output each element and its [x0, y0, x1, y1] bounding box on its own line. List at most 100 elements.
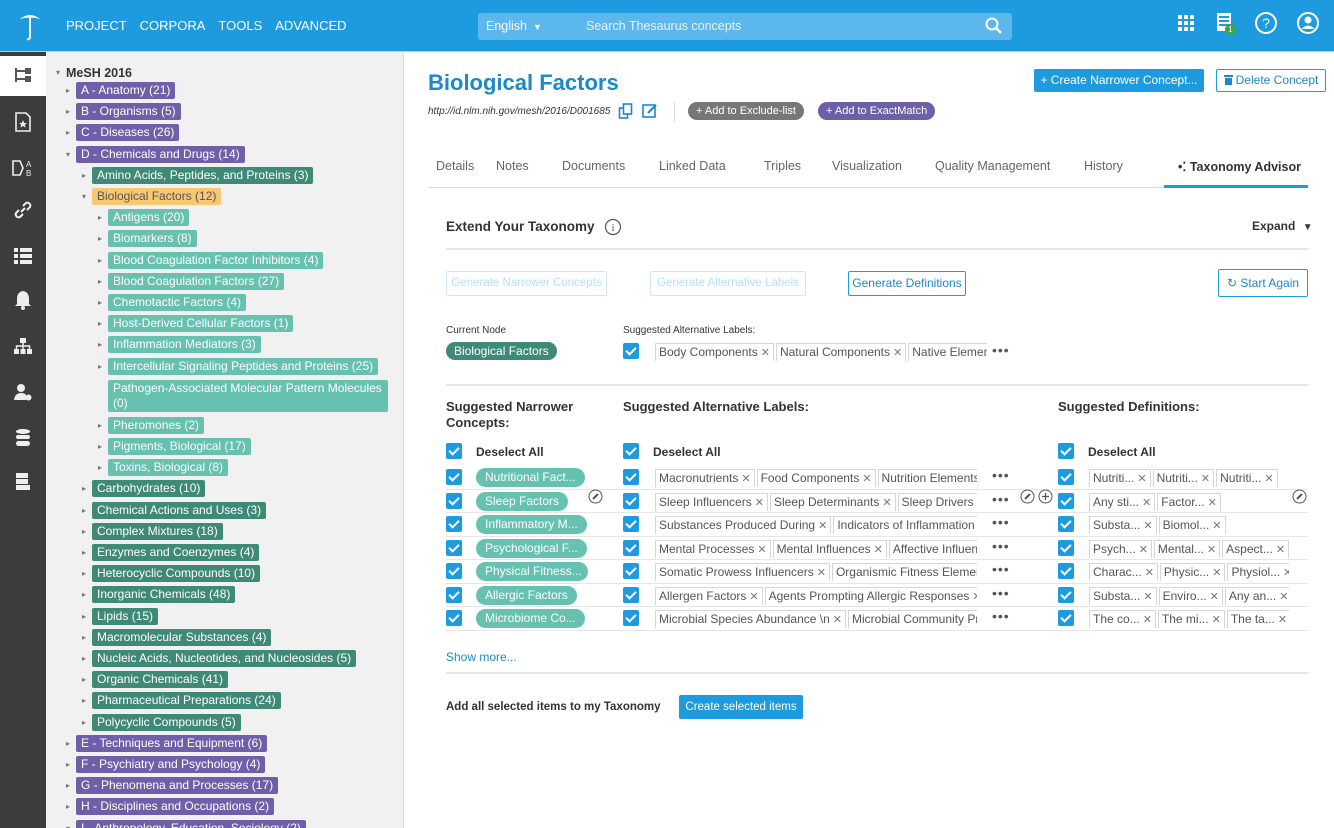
- apps-grid-icon[interactable]: [1176, 13, 1196, 33]
- tree-node-label[interactable]: C - Diseases (26): [76, 124, 180, 142]
- chevron-right-icon[interactable]: ▸: [98, 340, 108, 349]
- definitions-checkbox[interactable]: [1058, 563, 1074, 579]
- tree-node[interactable]: ▸ A - Anatomy (21): [66, 82, 176, 99]
- tree-node[interactable]: ▸ Carbohydrates (10): [82, 480, 206, 498]
- tree-node-label[interactable]: Organic Chemicals (41): [92, 671, 229, 689]
- tab-quality-management[interactable]: Quality Management: [935, 159, 1050, 173]
- narrower-concept-chip[interactable]: Allergic Factors: [476, 585, 577, 605]
- remove-icon[interactable]: ✕: [1143, 614, 1152, 626]
- remove-icon[interactable]: ✕: [1212, 567, 1221, 579]
- remove-icon[interactable]: ✕: [1276, 544, 1285, 556]
- tree-node[interactable]: ▸ Inorganic Chemicals (48): [82, 586, 236, 604]
- remove-icon[interactable]: ✕: [749, 591, 758, 603]
- tree-node[interactable]: ▸ Intercellular Signaling Peptides and Pr…: [98, 357, 379, 375]
- remove-icon[interactable]: ✕: [755, 497, 764, 509]
- tree-node[interactable]: ▾I - Anthropology, Education, Sociology …: [66, 819, 306, 828]
- create-selected-items-button[interactable]: Create selected items: [679, 695, 803, 719]
- alt-labels-checkbox[interactable]: [623, 469, 639, 485]
- language-select[interactable]: English ▼: [486, 19, 542, 33]
- remove-icon[interactable]: ✕: [862, 473, 871, 485]
- deselect-all-alt-checkbox[interactable]: [623, 443, 639, 459]
- search-input[interactable]: Search Thesaurus concepts: [586, 19, 741, 33]
- tree-node-label[interactable]: Blood Coagulation Factors (27): [108, 272, 285, 290]
- more-options-icon[interactable]: •••: [992, 467, 1010, 483]
- show-more-link[interactable]: Show more...: [446, 650, 517, 664]
- tree-node-label[interactable]: B - Organisms (5): [76, 103, 181, 121]
- current-alt-checkbox[interactable]: [623, 343, 639, 359]
- chevron-right-icon[interactable]: ▸: [98, 319, 108, 328]
- tree-node[interactable]: ▸ Polycyclic Compounds (5): [82, 713, 241, 731]
- tree-node[interactable]: ▸ B - Organisms (5): [66, 103, 181, 121]
- tree-node[interactable]: ▸ Pigments, Biological (17): [98, 438, 251, 455]
- tree-node-label[interactable]: Intercellular Signaling Peptides and Pro…: [108, 357, 379, 375]
- chevron-right-icon[interactable]: ▸: [98, 421, 108, 430]
- edit-icon[interactable]: [642, 103, 658, 119]
- tree-node[interactable]: ▸ Organic Chemicals (41): [82, 671, 229, 689]
- tree-node[interactable]: ▸ Blood Coagulation Factor Inhibitors (4): [98, 251, 324, 269]
- tree-node[interactable]: ▸ Biomarkers (8): [98, 230, 197, 248]
- chevron-right-icon[interactable]: ▸: [82, 696, 92, 705]
- narrower-checkbox[interactable]: [446, 469, 462, 485]
- tree-node[interactable]: ▸ Nucleic Acids, Nucleotides, and Nucleos…: [82, 650, 357, 667]
- narrower-concept-chip[interactable]: Nutritional Fact...: [476, 468, 585, 487]
- links-button[interactable]: [0, 190, 46, 230]
- more-options-icon[interactable]: •••: [992, 514, 1010, 530]
- tree-node[interactable]: ▸ Complex Mixtures (18): [82, 522, 223, 540]
- start-again-button[interactable]: ↻ Start Again: [1218, 269, 1308, 297]
- tree-node-label[interactable]: Chemical Actions and Uses (3): [92, 501, 267, 519]
- tree-node[interactable]: ▸ E - Techniques and Equipment (6): [66, 734, 268, 752]
- alt-labels-checkbox[interactable]: [623, 563, 639, 579]
- remove-icon[interactable]: ✕: [1283, 567, 1289, 579]
- tree-node-label[interactable]: Lipids (15): [92, 607, 159, 625]
- tree-node-label[interactable]: A - Anatomy (21): [76, 82, 176, 99]
- more-options-icon[interactable]: •••: [992, 608, 1010, 624]
- edit-pencil-icon[interactable]: [1020, 489, 1035, 504]
- chevron-right-icon[interactable]: ▸: [66, 802, 76, 811]
- tab-documents[interactable]: Documents: [562, 159, 625, 173]
- tree-node-label[interactable]: H - Disciplines and Occupations (2): [76, 798, 275, 816]
- remove-icon[interactable]: ✕: [1201, 473, 1210, 485]
- help-icon[interactable]: ?: [1254, 11, 1278, 35]
- chevron-right-icon[interactable]: ▸: [82, 612, 92, 621]
- chevron-right-icon[interactable]: ▸: [82, 171, 92, 180]
- remove-icon[interactable]: ✕: [1145, 567, 1154, 579]
- tree-node[interactable]: ▸ Amino Acids, Peptides, and Proteins (3): [82, 166, 314, 184]
- remove-icon[interactable]: ✕: [1212, 614, 1221, 626]
- tree-node[interactable]: ▾ Biological Factors (12): [82, 188, 222, 205]
- tree-node-label[interactable]: Pharmaceutical Preparations (24): [92, 692, 281, 710]
- add-exactmatch-button[interactable]: + Add to ExactMatch: [818, 102, 936, 120]
- tree-node-label[interactable]: Macromolecular Substances (4): [92, 628, 272, 646]
- nav-corpora[interactable]: CORPORA: [140, 18, 206, 33]
- tab-visualization[interactable]: Visualization: [832, 159, 902, 173]
- tree-node[interactable]: Pathogen-Associated Molecular Pattern Mo…: [98, 379, 388, 413]
- narrower-concept-chip[interactable]: Inflammatory M...: [476, 515, 587, 534]
- tree-node-label[interactable]: E - Techniques and Equipment (6): [76, 734, 268, 752]
- alt-labels-checkbox[interactable]: [623, 492, 639, 509]
- narrower-checkbox[interactable]: [446, 492, 462, 509]
- tree-node[interactable]: ▸ Enzymes and Coenzymes (4): [82, 544, 260, 561]
- remove-icon[interactable]: ✕: [1210, 591, 1219, 603]
- narrower-checkbox[interactable]: [446, 516, 462, 532]
- alt-labels-checkbox[interactable]: [623, 516, 639, 532]
- tree-node-label[interactable]: Inorganic Chemicals (48): [92, 586, 236, 604]
- narrower-concept-chip[interactable]: Psychological F...: [476, 538, 587, 558]
- alt-labels-checkbox[interactable]: [623, 539, 639, 556]
- tree-node[interactable]: ▸ Heterocyclic Compounds (10): [82, 565, 261, 583]
- narrower-checkbox[interactable]: [446, 539, 462, 556]
- tab-history[interactable]: History: [1084, 159, 1123, 173]
- nav-advanced[interactable]: ADVANCED: [275, 18, 346, 33]
- definitions-checkbox[interactable]: [1058, 610, 1074, 626]
- tree-node[interactable]: ▸ Macromolecular Substances (4): [82, 628, 272, 646]
- tab-notes[interactable]: Notes: [496, 159, 529, 173]
- remove-icon[interactable]: ✕: [818, 520, 827, 532]
- chevron-right-icon[interactable]: ▸: [82, 548, 92, 557]
- concept-uri[interactable]: http://id.nlm.nih.gov/mesh/2016/D001685: [428, 106, 610, 117]
- tab-linked-data[interactable]: Linked Data: [659, 159, 726, 173]
- add-circle-icon[interactable]: [1038, 489, 1053, 504]
- tree-node[interactable]: ▸ Lipids (15): [82, 607, 159, 625]
- documents-button[interactable]: [0, 102, 46, 142]
- remove-icon[interactable]: ✕: [1279, 591, 1288, 603]
- tree-node-label[interactable]: G - Phenomena and Processes (17): [76, 777, 279, 795]
- deselect-all-narrower-label[interactable]: Deselect All: [476, 445, 544, 459]
- narrower-concept-chip[interactable]: Microbiome Co...: [476, 609, 585, 628]
